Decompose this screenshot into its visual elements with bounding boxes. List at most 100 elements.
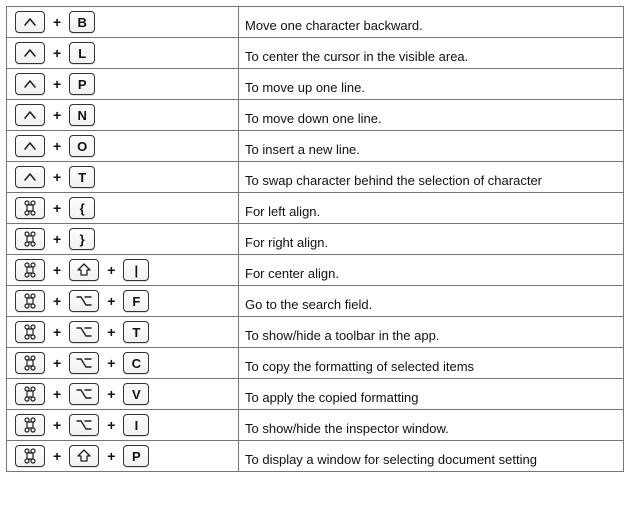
plus-icon: + — [51, 355, 63, 371]
key-combo: +O — [15, 135, 230, 157]
plus-icon: + — [105, 386, 117, 402]
plus-icon: + — [105, 355, 117, 371]
plus-icon: + — [51, 417, 63, 433]
plus-icon: + — [51, 107, 63, 123]
shift-key-icon — [69, 259, 99, 281]
cmd-key-icon — [15, 352, 45, 374]
key-cap: T — [123, 321, 149, 343]
shift-key-icon — [69, 445, 99, 467]
shortcut-cell: + + C — [7, 348, 239, 379]
shortcut-cell: +N — [7, 100, 239, 131]
key-combo: ++| — [15, 259, 230, 281]
plus-icon: + — [51, 293, 63, 309]
table-row: +NTo move down one line. — [7, 100, 624, 131]
ctrl-key-icon — [15, 73, 45, 95]
table-row: + + C To copy the formatting of selected it… — [7, 348, 624, 379]
opt-key-icon — [69, 383, 99, 405]
table-row: ++TTo show/hide a toolbar in the app. — [7, 317, 624, 348]
description-text: To insert a new line. — [245, 132, 617, 157]
key-cap: L — [69, 42, 95, 64]
description-cell: To show/hide a toolbar in the app. — [239, 317, 624, 348]
key-combo: +B — [15, 11, 230, 33]
key-combo: ++I — [15, 414, 230, 436]
key-cap: V — [123, 383, 149, 405]
key-cap: P — [69, 73, 95, 95]
key-combo: +{ — [15, 197, 230, 219]
description-cell: For center align. — [239, 255, 624, 286]
plus-icon: + — [51, 76, 63, 92]
plus-icon: + — [105, 262, 117, 278]
opt-key-icon — [69, 414, 99, 436]
description-cell: To show/hide the inspector window. — [239, 410, 624, 441]
shortcut-cell: +L — [7, 38, 239, 69]
key-cap: C — [123, 352, 149, 374]
plus-icon: + — [51, 138, 63, 154]
description-text: For left align. — [245, 194, 617, 219]
ctrl-key-icon — [15, 11, 45, 33]
description-cell: To center the cursor in the visible area… — [239, 38, 624, 69]
description-text: To copy the formatting of selected items — [245, 349, 617, 374]
description-text: To move up one line. — [245, 70, 617, 95]
key-combo: +N — [15, 104, 230, 126]
shortcut-cell: +P — [7, 69, 239, 100]
table-row: ++ITo show/hide the inspector window. — [7, 410, 624, 441]
shortcut-cell: +B — [7, 7, 239, 38]
plus-icon: + — [51, 45, 63, 61]
table-row: +BMove one character backward. — [7, 7, 624, 38]
key-combo: + + F — [15, 290, 230, 312]
plus-icon: + — [105, 417, 117, 433]
description-cell: To insert a new line. — [239, 131, 624, 162]
ctrl-key-icon — [15, 135, 45, 157]
shortcut-cell: +O — [7, 131, 239, 162]
plus-icon: + — [51, 262, 63, 278]
table-row: +PTo move up one line. — [7, 69, 624, 100]
opt-key-icon — [69, 321, 99, 343]
shortcut-cell: ++P — [7, 441, 239, 472]
description-cell: Move one character backward. — [239, 7, 624, 38]
shortcut-cell: ++I — [7, 410, 239, 441]
key-combo: ++P — [15, 445, 230, 467]
description-text: For center align. — [245, 256, 617, 281]
plus-icon: + — [105, 293, 117, 309]
key-cap: B — [69, 11, 95, 33]
shortcuts-table: +BMove one character backward.+LTo cente… — [6, 6, 624, 472]
shortcut-cell: +{ — [7, 193, 239, 224]
table-row: +TTo swap character behind the selection… — [7, 162, 624, 193]
ctrl-key-icon — [15, 166, 45, 188]
description-cell: Go to the search field. — [239, 286, 624, 317]
shortcut-cell: ++| — [7, 255, 239, 286]
ctrl-key-icon — [15, 104, 45, 126]
plus-icon: + — [105, 448, 117, 464]
plus-icon: + — [51, 14, 63, 30]
plus-icon: + — [105, 324, 117, 340]
shortcut-cell: ++V — [7, 379, 239, 410]
key-cap: F — [123, 290, 149, 312]
table-row: ++PTo display a window for selecting doc… — [7, 441, 624, 472]
key-cap: T — [69, 166, 95, 188]
plus-icon: + — [51, 169, 63, 185]
description-text: To swap character behind the selection o… — [245, 163, 617, 188]
cmd-key-icon — [15, 321, 45, 343]
table-row: + + F Go to the search field. — [7, 286, 624, 317]
shortcut-cell: ++T — [7, 317, 239, 348]
description-cell: To display a window for selecting docume… — [239, 441, 624, 472]
description-cell: To move up one line. — [239, 69, 624, 100]
shortcut-cell: +} — [7, 224, 239, 255]
cmd-key-icon — [15, 290, 45, 312]
description-text: Go to the search field. — [245, 287, 617, 312]
description-text: To apply the copied formatting — [245, 380, 617, 405]
key-combo: +T — [15, 166, 230, 188]
cmd-key-icon — [15, 197, 45, 219]
plus-icon: + — [51, 200, 63, 216]
key-combo: ++T — [15, 321, 230, 343]
key-cap: P — [123, 445, 149, 467]
table-row: +LTo center the cursor in the visible ar… — [7, 38, 624, 69]
cmd-key-icon — [15, 383, 45, 405]
key-combo: +P — [15, 73, 230, 95]
description-cell: To apply the copied formatting — [239, 379, 624, 410]
table-row: +O To insert a new line. — [7, 131, 624, 162]
table-row: +}For right align. — [7, 224, 624, 255]
description-cell: For right align. — [239, 224, 624, 255]
key-cap: N — [69, 104, 95, 126]
cmd-key-icon — [15, 414, 45, 436]
